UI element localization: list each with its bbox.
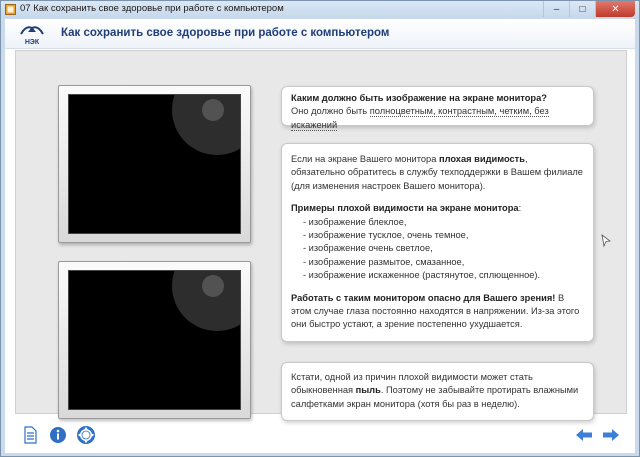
poor-visibility-paragraph: Если на экране Вашего монитора плохая ви… bbox=[291, 154, 583, 191]
player-footer bbox=[5, 417, 635, 453]
window-title: 07 Как сохранить свое здоровье при работ… bbox=[20, 3, 284, 14]
list-item: - изображение тусклое, очень темное, bbox=[303, 230, 469, 241]
list-item: - изображение искаженное (растянутое, сп… bbox=[303, 270, 541, 281]
monitor-screen bbox=[68, 94, 241, 234]
list-item: - изображение размытое, смазанное, bbox=[303, 256, 465, 267]
screen-reflection-highlight bbox=[202, 99, 224, 121]
examples-heading: Примеры плохой видимости на экране монит… bbox=[291, 203, 522, 214]
back-arrow-icon[interactable] bbox=[575, 426, 593, 444]
tip-card: Кстати, одной из причин плохой видимости… bbox=[281, 362, 594, 421]
answer-text: Оно должно быть полноцветным, контрастны… bbox=[291, 106, 549, 131]
monitor-image-top bbox=[58, 85, 251, 243]
help-lifebuoy-icon[interactable] bbox=[77, 426, 95, 444]
list-item: - изображение очень светлое, bbox=[303, 243, 433, 254]
page-title: Как сохранить свое здоровье при работе с… bbox=[61, 27, 390, 39]
warning-paragraph: Работать с таким монитором опасно для Ва… bbox=[291, 292, 580, 330]
slide-content: Каким должно быть изображение на экране … bbox=[15, 50, 627, 421]
window-controls: – □ ✕ bbox=[543, 1, 635, 18]
minimize-button[interactable]: – bbox=[543, 1, 569, 17]
course-header: НЭК Как сохранить свое здоровье при рабо… bbox=[5, 19, 635, 49]
info-icon[interactable] bbox=[49, 426, 67, 444]
question-text: Каким должно быть изображение на экране … bbox=[291, 93, 547, 103]
course-player: НЭК Как сохранить свое здоровье при рабо… bbox=[5, 19, 635, 453]
app-window-icon bbox=[5, 4, 16, 15]
nek-logo-icon: НЭК bbox=[20, 26, 44, 46]
document-icon[interactable] bbox=[21, 426, 39, 444]
monitor-image-bottom bbox=[58, 261, 251, 419]
close-button[interactable]: ✕ bbox=[595, 1, 635, 17]
app-window: 07 Как сохранить свое здоровье при работ… bbox=[0, 0, 640, 457]
forward-arrow-icon[interactable] bbox=[602, 426, 620, 444]
monitor-screen bbox=[68, 270, 241, 410]
mouse-cursor-icon bbox=[601, 234, 611, 248]
logo-text: НЭК bbox=[25, 39, 40, 46]
info-card: Если на экране Вашего монитора плохая ви… bbox=[281, 143, 594, 342]
list-item: - изображение блеклое, bbox=[303, 216, 407, 227]
dust-tip-text: Кстати, одной из причин плохой видимости… bbox=[291, 372, 579, 409]
window-titlebar[interactable]: 07 Как сохранить свое здоровье при работ… bbox=[1, 1, 639, 18]
question-card: Каким должно быть изображение на экране … bbox=[281, 86, 594, 131]
maximize-button[interactable]: □ bbox=[569, 1, 595, 17]
screen-reflection-highlight bbox=[202, 275, 224, 297]
